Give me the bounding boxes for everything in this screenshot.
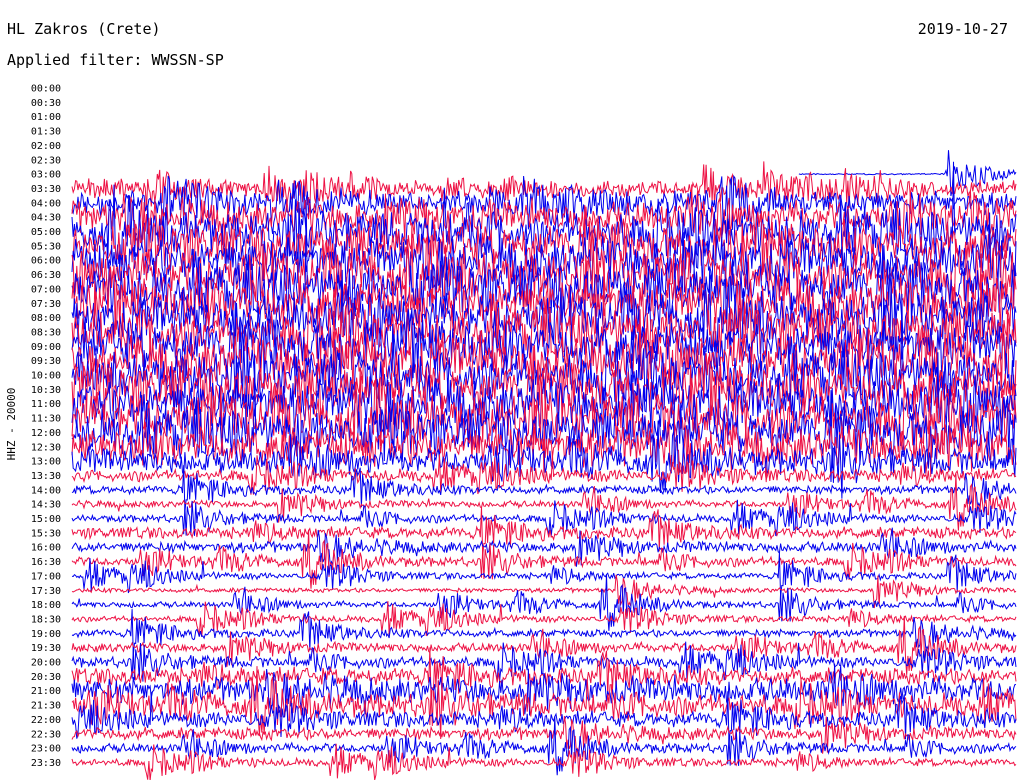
time-tick-label: 12:30 <box>31 442 61 453</box>
time-tick-label: 11:00 <box>31 399 61 410</box>
time-tick-label: 11:30 <box>31 414 61 425</box>
time-tick-label: 03:30 <box>31 184 61 195</box>
time-tick-label: 22:30 <box>31 729 61 740</box>
time-tick-label: 14:00 <box>31 485 61 496</box>
time-tick-label: 13:00 <box>31 457 61 468</box>
time-tick-label: 04:30 <box>31 213 61 224</box>
time-tick-label: 21:30 <box>31 701 61 712</box>
time-tick-label: 09:00 <box>31 342 61 353</box>
trace-line <box>71 161 1017 212</box>
time-tick-label: 20:30 <box>31 672 61 683</box>
time-tick-label: 13:30 <box>31 471 61 482</box>
y-axis-label: HHZ - 20000 <box>5 388 18 461</box>
time-tick-labels: 00:00 00:30 01:00 01:30 02:00 02:30 03:00 03:30… <box>31 84 61 769</box>
time-tick-label: 10:00 <box>31 371 61 382</box>
time-tick-label: 20:00 <box>31 658 61 669</box>
time-tick-label: 08:00 <box>31 313 61 324</box>
time-tick-label: 00:00 <box>31 84 61 95</box>
time-tick-label: 16:00 <box>31 543 61 554</box>
time-tick-label: 18:30 <box>31 614 61 625</box>
time-tick-label: 02:00 <box>31 141 61 152</box>
time-tick-label: 19:30 <box>31 643 61 654</box>
time-tick-label: 14:30 <box>31 500 61 511</box>
time-tick-label: 03:00 <box>31 170 61 181</box>
seismic-traces <box>71 150 1017 780</box>
trace-line <box>71 574 1017 631</box>
time-tick-label: 22:00 <box>31 715 61 726</box>
helicorder-chart: HHZ - 20000 00:00 00:30 01:00 01:30 02:00 02:… <box>5 84 1017 780</box>
time-tick-label: 16:30 <box>31 557 61 568</box>
time-tick-label: 06:00 <box>31 256 61 267</box>
time-tick-label: 00:30 <box>31 98 61 109</box>
time-tick-label: 12:00 <box>31 428 61 439</box>
time-tick-label: 04:00 <box>31 198 61 209</box>
time-tick-label: 06:30 <box>31 270 61 281</box>
time-tick-label: 21:00 <box>31 686 61 697</box>
time-tick-label: 10:30 <box>31 385 61 396</box>
time-tick-label: 23:00 <box>31 744 61 755</box>
time-tick-label: 07:30 <box>31 299 61 310</box>
time-tick-label: 01:00 <box>31 112 61 123</box>
time-tick-label: 18:00 <box>31 600 61 611</box>
time-tick-label: 09:30 <box>31 356 61 367</box>
time-tick-label: 17:30 <box>31 586 61 597</box>
time-tick-label: 08:30 <box>31 327 61 338</box>
time-tick-label: 05:00 <box>31 227 61 238</box>
time-tick-label: 07:00 <box>31 284 61 295</box>
time-tick-label: 15:30 <box>31 528 61 539</box>
time-tick-label: 19:00 <box>31 629 61 640</box>
time-tick-label: 23:30 <box>31 758 61 769</box>
time-tick-label: 05:30 <box>31 241 61 252</box>
time-tick-label: 15:00 <box>31 514 61 525</box>
time-tick-label: 01:30 <box>31 127 61 138</box>
time-tick-label: 02:30 <box>31 155 61 166</box>
time-tick-label: 17:00 <box>31 571 61 582</box>
